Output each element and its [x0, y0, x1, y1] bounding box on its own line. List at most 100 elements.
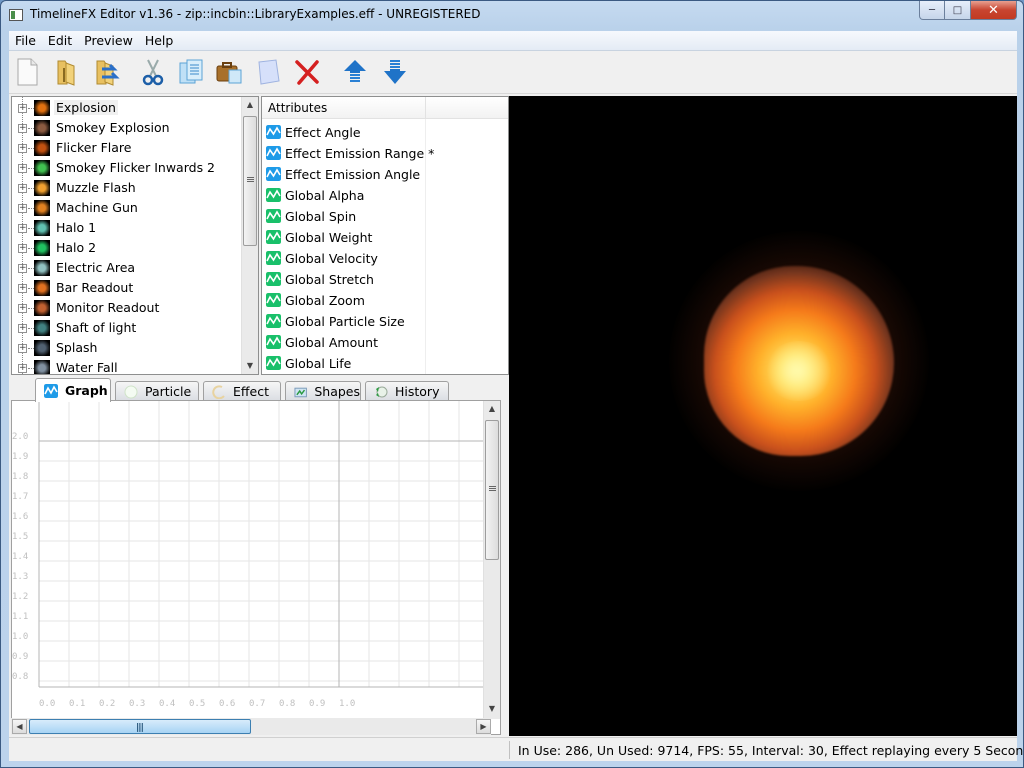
y-tick-label: 0.9: [12, 652, 28, 662]
attribute-item[interactable]: Global Alpha: [262, 185, 492, 206]
tab-history[interactable]: History: [365, 381, 449, 401]
minimize-button[interactable]: ─: [919, 1, 945, 20]
clone-icon: [258, 59, 280, 85]
scissors-icon: [142, 59, 164, 86]
tree-item[interactable]: + Flicker Flare: [12, 138, 244, 158]
attribute-item[interactable]: Effect Angle: [262, 122, 492, 143]
effect-icon: [212, 384, 225, 399]
attribute-item[interactable]: Global Stretch: [262, 269, 492, 290]
expand-icon[interactable]: +: [18, 364, 27, 373]
scroll-left-arrow-icon[interactable]: ◀: [12, 719, 27, 734]
close-button[interactable]: ✕: [971, 1, 1017, 20]
import-button[interactable]: [91, 56, 123, 88]
tree-item[interactable]: + Halo 1: [12, 218, 244, 238]
tab-shapes[interactable]: Shapes: [285, 381, 361, 401]
tree-item-label: Muzzle Flash: [56, 180, 136, 195]
move-up-button[interactable]: [339, 56, 371, 88]
expand-icon[interactable]: +: [18, 284, 27, 293]
attribute-item[interactable]: Global Weight: [262, 227, 492, 248]
status-separator: [509, 741, 510, 759]
paste-button[interactable]: [213, 56, 245, 88]
tree-item[interactable]: + Smokey Explosion: [12, 118, 244, 138]
tree-item[interactable]: + Water Fall: [12, 358, 244, 374]
tree-item[interactable]: + Smokey Flicker Inwards 2: [12, 158, 244, 178]
tree-item[interactable]: + Explosion: [12, 98, 244, 118]
attribute-item[interactable]: Global Spin: [262, 206, 492, 227]
bottom-tab-bar: Graph Particle Effect Shapes History: [11, 377, 509, 402]
graph-scroll-thumb[interactable]: [485, 420, 499, 560]
delete-button[interactable]: [291, 56, 323, 88]
menu-help[interactable]: Help: [139, 31, 180, 50]
graph-scroll-up-icon[interactable]: ▲: [484, 401, 500, 417]
effect-thumbnail: [34, 200, 50, 216]
scroll-right-arrow-icon[interactable]: ▶: [476, 719, 491, 734]
clone-button[interactable]: [253, 56, 285, 88]
column-divider[interactable]: [425, 97, 426, 119]
tree-item[interactable]: + Machine Gun: [12, 198, 244, 218]
curve-icon: [266, 125, 281, 139]
expand-icon[interactable]: +: [18, 264, 27, 273]
tree-item-label: Halo 1: [56, 220, 97, 235]
expand-icon[interactable]: +: [18, 144, 27, 153]
menu-preview[interactable]: Preview: [78, 31, 139, 50]
graph-canvas[interactable]: 2.0 1.9 1.8 1.7 1.6 1.5 1.4 1.3 1.2 1.1 1.0 0.9 0.8 0…: [12, 401, 484, 719]
expand-icon[interactable]: +: [18, 124, 27, 133]
curve-icon: [266, 251, 281, 265]
copy-button[interactable]: [175, 56, 207, 88]
attribute-item[interactable]: Global Particle Size: [262, 311, 492, 332]
attribute-item[interactable]: Effect Emission Range *: [262, 143, 492, 164]
open-button[interactable]: [51, 56, 83, 88]
scroll-up-arrow-icon[interactable]: ▲: [242, 97, 258, 113]
tab-graph[interactable]: Graph: [35, 378, 111, 402]
tree-item[interactable]: + Splash: [12, 338, 244, 358]
menu-file[interactable]: File: [9, 31, 42, 50]
graph-hscroll-thumb[interactable]: |||: [29, 719, 251, 734]
curve-icon: [266, 209, 281, 223]
expand-icon[interactable]: +: [18, 324, 27, 333]
move-down-button[interactable]: [379, 56, 411, 88]
expand-icon[interactable]: +: [18, 184, 27, 193]
tab-effect[interactable]: Effect: [203, 381, 281, 401]
tree-item[interactable]: + Electric Area: [12, 258, 244, 278]
new-button[interactable]: [11, 56, 43, 88]
tree-item-label: Halo 2: [56, 240, 97, 255]
y-tick-label: 1.2: [12, 592, 28, 602]
expand-icon[interactable]: +: [18, 224, 27, 233]
graph-editor[interactable]: 2.0 1.9 1.8 1.7 1.6 1.5 1.4 1.3 1.2 1.1 1.0 0.9 0.8 0…: [11, 400, 501, 735]
effects-tree: + Explosion + Smokey Explosion + Flicker Flar…: [11, 96, 259, 375]
expand-icon[interactable]: +: [18, 244, 27, 253]
attribute-item[interactable]: Global Velocity: [262, 248, 492, 269]
tree-item[interactable]: + Muzzle Flash: [12, 178, 244, 198]
effect-preview[interactable]: [509, 96, 1017, 736]
expand-icon[interactable]: +: [18, 204, 27, 213]
tree-item[interactable]: + Halo 2: [12, 238, 244, 258]
graph-scroll-down-icon[interactable]: ▼: [484, 701, 500, 717]
tree-item[interactable]: + Shaft of light: [12, 318, 244, 338]
attribute-item[interactable]: Effect Emission Angle: [262, 164, 492, 185]
scroll-down-arrow-icon[interactable]: ▼: [242, 358, 258, 374]
expand-icon[interactable]: +: [18, 164, 27, 173]
expand-icon[interactable]: +: [18, 304, 27, 313]
attribute-item[interactable]: Global Zoom: [262, 290, 492, 311]
attribute-item[interactable]: Global Amount: [262, 332, 492, 353]
tree-vertical-scrollbar[interactable]: ▲ ▼: [241, 97, 258, 374]
x-tick-label: 0.2: [99, 699, 115, 709]
tree-scroll-thumb[interactable]: [243, 116, 257, 246]
tree-item-label: Splash: [56, 340, 98, 355]
expand-icon[interactable]: +: [18, 104, 27, 113]
attributes-header[interactable]: Attributes: [262, 97, 508, 119]
attribute-item[interactable]: Global Life: [262, 353, 492, 374]
graph-horizontal-scrollbar[interactable]: ◀ ||| ▶: [11, 718, 491, 735]
menu-edit[interactable]: Edit: [42, 31, 78, 50]
maximize-icon: □: [952, 4, 963, 16]
expand-icon[interactable]: +: [18, 344, 27, 353]
graph-vertical-scrollbar[interactable]: ▲ ▼: [483, 401, 500, 719]
tree-item[interactable]: + Bar Readout: [12, 278, 244, 298]
tab-particle[interactable]: Particle: [115, 381, 199, 401]
cut-button[interactable]: [137, 56, 169, 88]
grip-icon: [489, 486, 496, 491]
curve-icon: [266, 272, 281, 286]
maximize-button[interactable]: □: [945, 1, 971, 20]
tree-item[interactable]: + Monitor Readout: [12, 298, 244, 318]
title-bar[interactable]: TimelineFX Editor v1.36 - zip::incbin::L…: [1, 1, 1023, 30]
